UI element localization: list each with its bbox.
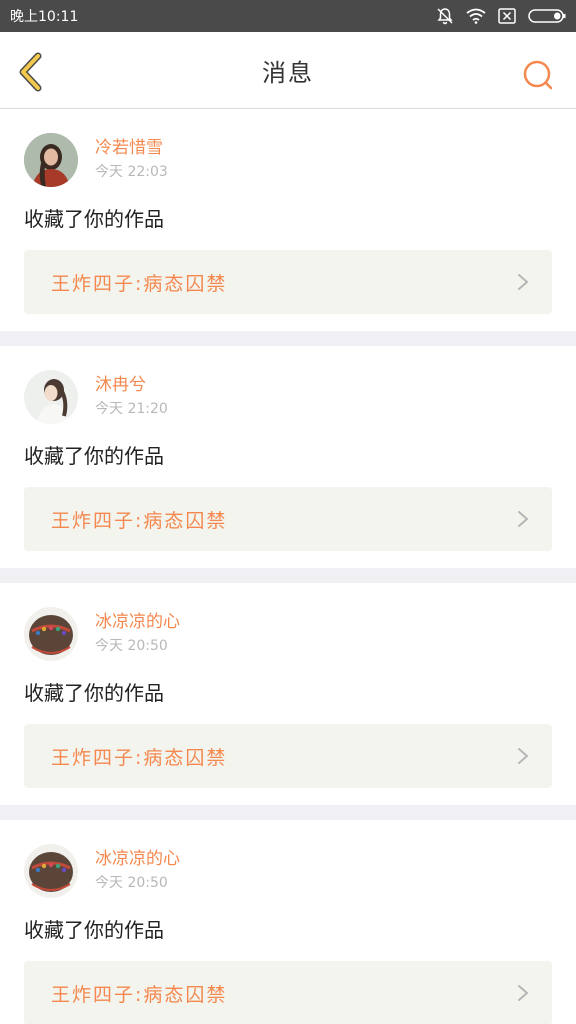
chevron-left-icon	[19, 52, 42, 92]
work-title: 王炸四子:病态囚禁	[51, 272, 228, 295]
user-name[interactable]: 沐冉兮	[95, 374, 168, 396]
chevron-right-icon	[518, 748, 528, 764]
page-title: 消息	[262, 58, 314, 87]
action-text: 收藏了你的作品	[24, 681, 164, 705]
chevron-right-icon	[518, 274, 528, 290]
avatar[interactable]	[24, 133, 78, 187]
user-name[interactable]: 冰凉凉的心	[95, 848, 180, 870]
battery-icon	[528, 8, 566, 24]
back-button[interactable]	[12, 52, 48, 92]
sim-off-icon	[498, 8, 516, 24]
work-link[interactable]: 王炸四子:病态囚禁	[24, 724, 552, 788]
card-header: 冷若惜雪 今天 22:03	[24, 133, 552, 187]
wifi-icon	[466, 8, 486, 24]
chevron-right-icon	[518, 985, 528, 1001]
work-link[interactable]: 王炸四子:病态囚禁	[24, 487, 552, 551]
chevron-right-icon	[518, 511, 528, 527]
work-link[interactable]: 王炸四子:病态囚禁	[24, 250, 552, 314]
mute-bell-icon	[436, 7, 454, 25]
nav-bar: 消息	[0, 32, 576, 109]
work-link[interactable]: 王炸四子:病态囚禁	[24, 961, 552, 1024]
notification-list: 冷若惜雪 今天 22:03 收藏了你的作品 王炸四子:病态囚禁 沐冉兮 今天 2…	[0, 109, 576, 1024]
card-header: 冰凉凉的心 今天 20:50	[24, 844, 552, 898]
status-time: 晚上10:11	[10, 9, 79, 25]
search-button[interactable]	[522, 59, 554, 91]
notification-card: 冰凉凉的心 今天 20:50 收藏了你的作品 王炸四子:病态囚禁	[0, 820, 576, 1024]
avatar[interactable]	[24, 844, 78, 898]
search-icon	[523, 60, 553, 89]
status-bar: 晚上10:11	[0, 0, 576, 32]
timestamp: 今天 22:03	[95, 164, 168, 180]
action-text: 收藏了你的作品	[24, 444, 164, 468]
card-header: 冰凉凉的心 今天 20:50	[24, 607, 552, 661]
timestamp: 今天 21:20	[95, 401, 168, 417]
status-icons	[436, 7, 566, 25]
avatar[interactable]	[24, 370, 78, 424]
avatar[interactable]	[24, 607, 78, 661]
user-name[interactable]: 冰凉凉的心	[95, 611, 180, 633]
card-header: 沐冉兮 今天 21:20	[24, 370, 552, 424]
work-title: 王炸四子:病态囚禁	[51, 746, 228, 769]
user-name[interactable]: 冷若惜雪	[95, 137, 168, 159]
action-text: 收藏了你的作品	[24, 207, 164, 231]
action-text: 收藏了你的作品	[24, 918, 164, 942]
notification-card: 冷若惜雪 今天 22:03 收藏了你的作品 王炸四子:病态囚禁	[0, 109, 576, 331]
notification-card: 冰凉凉的心 今天 20:50 收藏了你的作品 王炸四子:病态囚禁	[0, 583, 576, 805]
timestamp: 今天 20:50	[95, 875, 168, 891]
timestamp: 今天 20:50	[95, 638, 168, 654]
notification-card: 沐冉兮 今天 21:20 收藏了你的作品 王炸四子:病态囚禁	[0, 346, 576, 568]
work-title: 王炸四子:病态囚禁	[51, 509, 228, 532]
work-title: 王炸四子:病态囚禁	[51, 983, 228, 1006]
